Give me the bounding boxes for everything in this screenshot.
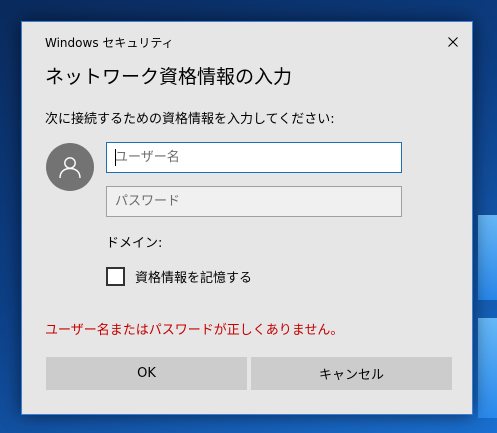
ok-button[interactable]: OK [46, 357, 247, 390]
password-input[interactable] [106, 186, 402, 217]
close-icon [448, 37, 458, 47]
desktop-wallpaper-pane [478, 215, 497, 300]
user-silhouette-icon [59, 157, 81, 179]
error-message: ユーザー名またはパスワードが正しくありません。 [45, 323, 344, 338]
close-button[interactable] [442, 31, 464, 53]
remember-label[interactable]: 資格情報を記憶する [135, 267, 252, 286]
dialog-heading: ネットワーク資格情報の入力 [45, 66, 293, 88]
title-bar: Windows セキュリティ [22, 22, 472, 52]
credential-dialog: Windows セキュリティ ネットワーク資格情報の入力 次に接続するための資格… [21, 21, 473, 415]
cancel-button[interactable]: キャンセル [251, 357, 452, 390]
user-avatar-icon [46, 143, 94, 191]
username-input[interactable] [106, 142, 402, 173]
text-cursor [115, 149, 116, 166]
remember-credentials-option[interactable]: 資格情報を記憶する [106, 267, 252, 286]
domain-label: ドメイン: [106, 236, 163, 251]
desktop-wallpaper-pane [478, 318, 497, 418]
remember-checkbox[interactable] [106, 267, 125, 286]
instruction-text: 次に接続するための資格情報を入力してください: [45, 112, 335, 127]
window-title: Windows セキュリティ [45, 36, 174, 50]
